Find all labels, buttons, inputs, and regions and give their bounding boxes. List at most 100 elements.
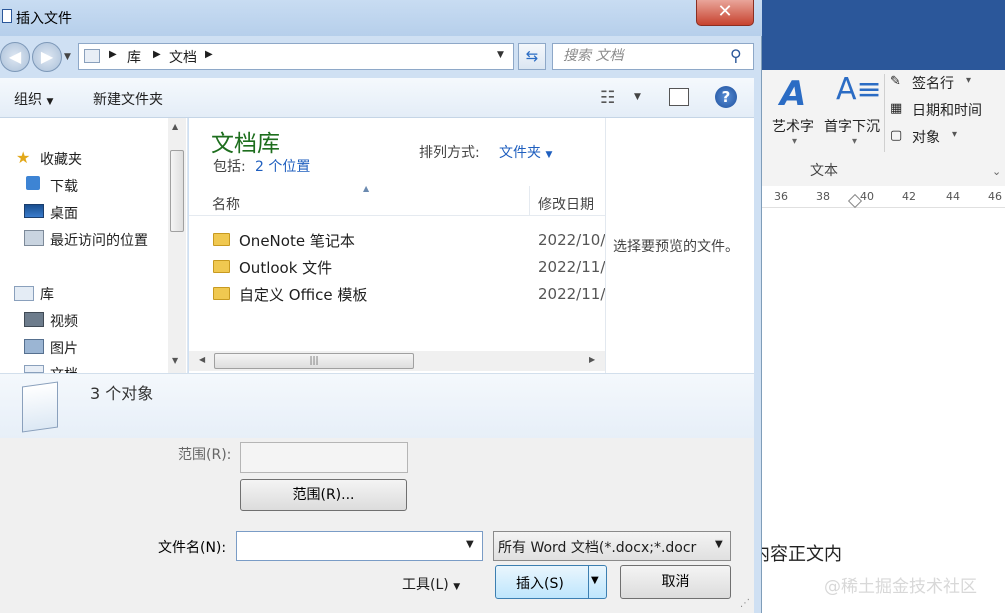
documents-icon <box>24 365 44 373</box>
word-doc-icon <box>2 9 12 23</box>
forward-button[interactable]: ▶ <box>32 42 62 72</box>
library-title: 文档库 <box>211 131 280 157</box>
ruler: 36 38 40 42 44 46 <box>760 186 1005 209</box>
address-bar[interactable]: ▶ 库 ▶ 文档 ▶ ▼ <box>78 43 514 70</box>
nav-downloads[interactable]: 下载 <box>50 176 78 196</box>
scroll-left-icon[interactable]: ◀ <box>199 355 205 364</box>
calendar-icon: ▦ <box>890 101 903 116</box>
command-bar: 组织 ▼ 新建文件夹 ☷ ▼ ? <box>0 78 754 118</box>
dropcap-button[interactable]: 首字下沉 <box>824 116 880 136</box>
libraries-icon <box>14 286 34 301</box>
nav-documents[interactable]: 文档 <box>50 364 78 373</box>
downloads-icon <box>26 176 40 190</box>
breadcrumb-arrow-icon[interactable]: ▶ <box>205 49 213 60</box>
preview-message: 选择要预览的文件。 <box>613 239 739 255</box>
horizontal-scroll-thumb[interactable]: ||| <box>214 353 414 369</box>
close-button[interactable]: ✕ <box>696 0 754 26</box>
dialog-titlebar[interactable]: 插入文件 <box>0 0 762 36</box>
file-name: Outlook 文件 <box>239 259 333 277</box>
file-list-pane: 文档库 包括: 2 个位置 排列方式: 文件夹 ▼ ▲ 名称 修改日期 OneN… <box>189 118 605 373</box>
nav-recent[interactable]: 最近访问的位置 <box>50 230 148 250</box>
help-icon[interactable]: ? <box>715 86 737 108</box>
organize-button[interactable]: 组织 ▼ <box>14 89 53 109</box>
resize-grip-icon[interactable]: ⋰ <box>740 598 750 609</box>
breadcrumb-arrow-icon[interactable]: ▶ <box>153 49 161 60</box>
scroll-right-icon[interactable]: ▶ <box>589 355 595 364</box>
cancel-button[interactable]: 取消 <box>620 565 731 599</box>
recent-pages-icon[interactable]: ▼ <box>64 52 71 62</box>
filename-label: 文件名(N): <box>158 540 227 556</box>
refresh-button[interactable]: ⇆ <box>518 43 546 70</box>
range-input <box>240 442 408 473</box>
file-name: OneNote 笔记本 <box>239 232 355 250</box>
nav-favorites[interactable]: 收藏夹 <box>40 149 82 169</box>
arrange-dropdown[interactable]: 文件夹 ▼ <box>499 142 552 162</box>
desktop-icon <box>24 204 44 218</box>
folder-icon <box>213 260 230 273</box>
scroll-down-icon[interactable]: ▼ <box>172 356 178 365</box>
filename-input[interactable] <box>236 531 483 561</box>
recent-places-icon <box>24 230 44 246</box>
breadcrumb-arrow-icon[interactable]: ▶ <box>109 49 117 60</box>
object-button[interactable]: 对象 <box>912 127 940 147</box>
document-body-text[interactable]: 内容正文内 <box>752 540 842 566</box>
file-name: 自定义 Office 模板 <box>239 286 368 304</box>
videos-icon <box>24 312 44 327</box>
new-folder-button[interactable]: 新建文件夹 <box>93 89 163 109</box>
breadcrumb-documents[interactable]: 文档 <box>169 47 197 67</box>
nav-libraries[interactable]: 库 <box>40 284 54 304</box>
datetime-button[interactable]: 日期和时间 <box>912 100 982 120</box>
insert-button[interactable]: 插入(S) ▼ <box>495 565 607 599</box>
filetype-select[interactable]: 所有 Word 文档(*.docx;*.docr ▼ <box>493 531 731 561</box>
filename-dropdown-icon[interactable]: ▼ <box>466 539 474 550</box>
range-button[interactable]: 范围(R)... <box>240 479 407 511</box>
view-dropdown-icon[interactable]: ▼ <box>634 92 641 102</box>
group-launcher-icon[interactable]: ⌄ <box>992 165 1001 178</box>
tools-menu[interactable]: 工具(L) ▼ <box>402 574 460 594</box>
nav-pictures[interactable]: 图片 <box>50 338 78 358</box>
signature-line-button[interactable]: 签名行 <box>912 73 954 93</box>
documents-large-icon <box>22 381 58 433</box>
back-button[interactable]: ◀ <box>0 42 30 72</box>
sort-ascending-icon: ▲ <box>363 184 370 193</box>
range-label: 范围(R): <box>178 447 232 463</box>
pictures-icon <box>24 339 44 354</box>
library-icon <box>84 49 100 63</box>
includes-link[interactable]: 2 个位置 <box>255 156 310 176</box>
dropcap-icon[interactable]: A≡ <box>836 72 882 107</box>
arrange-label: 排列方式: <box>419 145 480 161</box>
nav-scroll-thumb[interactable] <box>170 150 184 232</box>
nav-desktop[interactable]: 桌面 <box>50 203 78 223</box>
signature-icon: ✎ <box>890 74 901 89</box>
filetype-dropdown-icon: ▼ <box>715 539 723 550</box>
nav-videos[interactable]: 视频 <box>50 311 78 331</box>
search-input[interactable]: 搜索 文档 <box>552 43 754 70</box>
dialog-bottom: 范围(R): 范围(R)... 文件名(N): ▼ 所有 Word 文档(*.d… <box>0 438 754 613</box>
file-date: 2022/11/ <box>538 258 606 276</box>
group-label-text: 文本 <box>810 163 838 179</box>
star-icon: ★ <box>16 148 31 167</box>
dialog-title: 插入文件 <box>16 11 72 27</box>
folder-icon <box>213 233 230 246</box>
view-options-icon[interactable]: ☷ <box>600 88 615 108</box>
file-date: 2022/11/ <box>538 285 606 303</box>
word-ribbon: A 艺术字 A≡ 首字下沉 ▾ ▾ ✎ 签名行 ▾ ▦ 日期和时间 ▢ 对象 ▾… <box>760 70 1005 188</box>
insert-options-icon[interactable]: ▼ <box>591 575 599 586</box>
watermark-text: @稀土掘金技术社区 <box>824 577 977 597</box>
preview-pane: 选择要预览的文件。 <box>605 118 754 373</box>
item-count: 3 个对象 <box>90 384 154 403</box>
file-date: 2022/10/ <box>538 231 606 249</box>
wordart-icon[interactable]: A <box>780 74 806 114</box>
wordart-button[interactable]: 艺术字 <box>772 116 814 136</box>
scroll-up-icon[interactable]: ▲ <box>172 122 178 131</box>
column-name[interactable]: 名称 <box>212 194 240 214</box>
includes-label: 包括: <box>213 159 246 175</box>
object-icon: ▢ <box>890 128 903 143</box>
preview-pane-button[interactable] <box>669 88 689 106</box>
address-dropdown-icon[interactable]: ▼ <box>497 50 504 60</box>
breadcrumb-libraries[interactable]: 库 <box>127 47 141 67</box>
search-icon[interactable]: ⚲ <box>730 46 742 65</box>
navigation-pane: ★ 收藏夹 下载 桌面 最近访问的位置 库 视频 图片 文档 <box>0 118 188 373</box>
folder-icon <box>213 287 230 300</box>
column-modified[interactable]: 修改日期 <box>538 194 594 214</box>
